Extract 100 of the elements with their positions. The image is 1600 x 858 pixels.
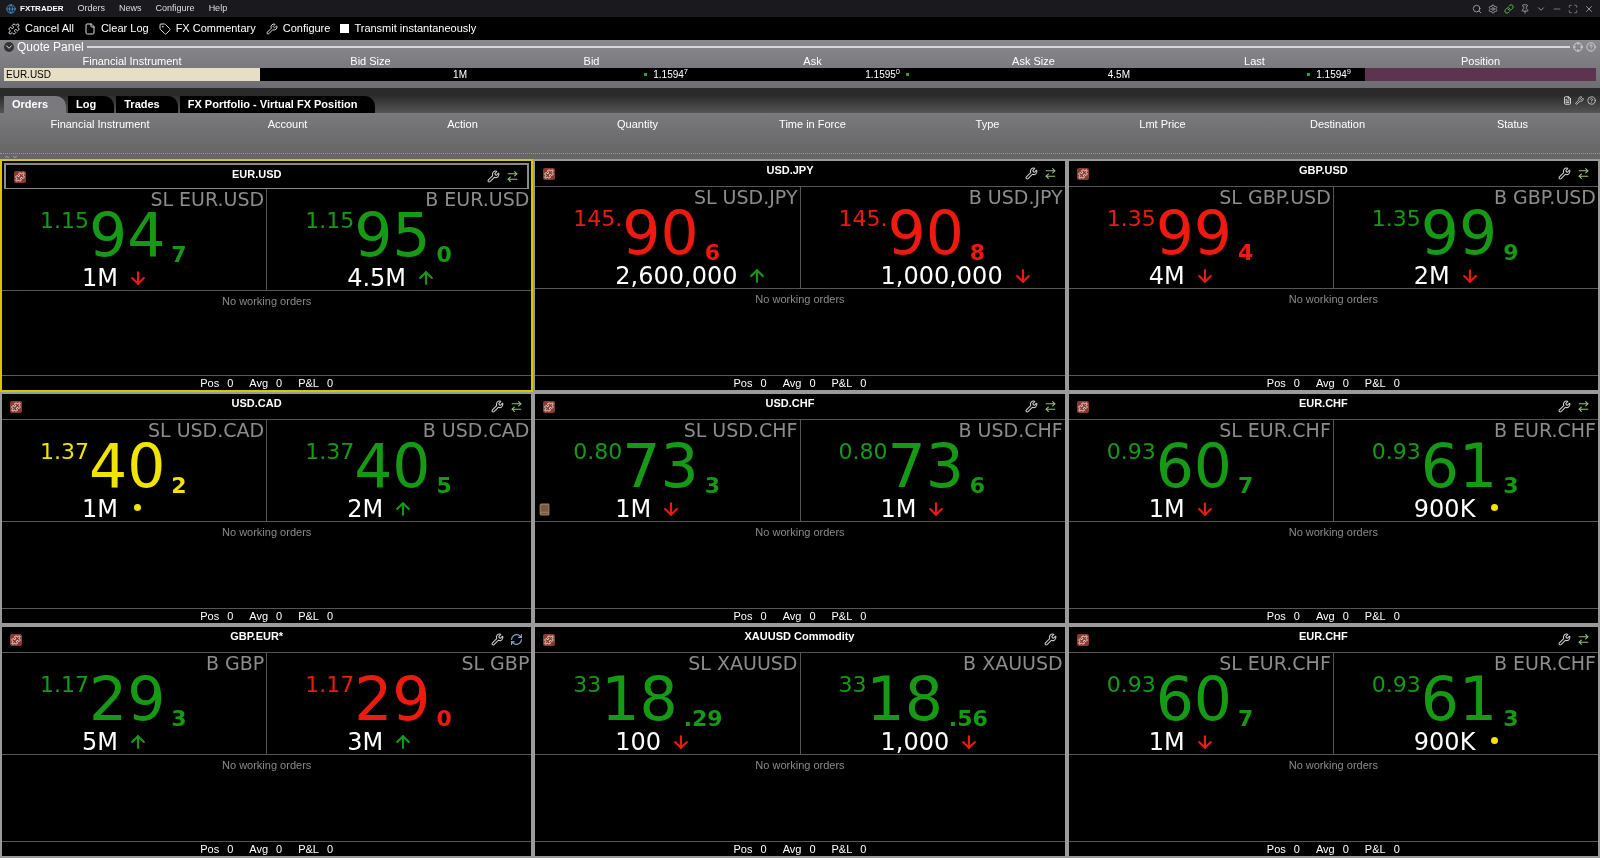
column-header[interactable]: Bid (481, 54, 702, 68)
column-header[interactable]: Bid Size (260, 54, 481, 68)
link-icon[interactable] (1504, 3, 1514, 14)
price-big-figure[interactable]: 29 (89, 673, 166, 725)
scroll-up-icon[interactable] (4, 153, 10, 160)
side-label: B USD.CAD (422, 420, 530, 440)
side-label: SL USD.CHF (683, 420, 798, 440)
price-big-figure[interactable]: 60 (1155, 440, 1232, 492)
toolbar-button[interactable]: Cancel All (8, 20, 74, 37)
swap-icon[interactable] (1043, 167, 1057, 180)
tab[interactable]: Log (68, 96, 115, 113)
wrench-icon[interactable] (1575, 96, 1584, 105)
tile-menu-icon[interactable] (1076, 400, 1089, 413)
swap-icon[interactable] (1577, 400, 1590, 413)
price-big-figure[interactable]: 61 (1420, 440, 1498, 492)
toolbar-button[interactable]: Clear Log (83, 20, 149, 37)
column-header[interactable]: Ask Size (923, 54, 1144, 68)
document-icon[interactable] (1563, 96, 1572, 105)
price-pip: 3 (171, 708, 187, 730)
wrench-icon[interactable] (1043, 633, 1057, 646)
swap-icon[interactable] (510, 400, 524, 413)
price-big-figure[interactable]: 95 (354, 209, 431, 261)
swap-icon[interactable] (1577, 633, 1590, 646)
price-big-figure[interactable]: 73 (887, 440, 964, 492)
wrench-icon[interactable] (1024, 167, 1038, 180)
price-prefix: 1.35 (1106, 207, 1156, 231)
price-big-figure[interactable]: 94 (89, 209, 166, 261)
price-pip: 7 (1238, 708, 1254, 730)
settings-icon[interactable] (1488, 3, 1498, 14)
menu-item[interactable]: News (119, 1, 142, 16)
tile-menu-icon[interactable] (1076, 167, 1089, 180)
book-icon[interactable] (538, 502, 552, 516)
tile-menu-icon[interactable] (1076, 633, 1089, 646)
column-header[interactable]: Account (200, 116, 375, 133)
column-header[interactable]: Financial Instrument (4, 54, 260, 68)
price-big-figure[interactable]: 18 (866, 673, 943, 725)
column-header[interactable]: Action (375, 116, 550, 133)
menu-item[interactable]: Configure (155, 1, 195, 16)
column-header[interactable]: Destination (1250, 116, 1425, 133)
column-header[interactable]: Type (900, 116, 1075, 133)
instrument-cell[interactable]: EUR.USD (4, 68, 260, 81)
price-big-figure[interactable]: 40 (89, 440, 166, 492)
column-header[interactable]: Quantity (550, 116, 725, 133)
column-header[interactable]: Financial Instrument (0, 116, 200, 133)
tab[interactable]: Orders (4, 96, 67, 113)
price-big-figure[interactable]: 29 (354, 673, 431, 725)
swap-icon[interactable] (1043, 400, 1057, 413)
tile-title: USD.CHF (764, 396, 816, 411)
tile-menu-icon[interactable] (14, 170, 26, 183)
menu-item[interactable]: Help (208, 1, 228, 16)
tab[interactable]: Trades (116, 96, 178, 113)
swap-icon[interactable] (1577, 167, 1590, 180)
tile-menu-icon[interactable] (543, 400, 556, 413)
wrench-icon[interactable] (1558, 400, 1571, 413)
price-big-figure[interactable]: 90 (887, 207, 964, 259)
price-pip: 0 (436, 708, 452, 730)
column-header[interactable]: Lmt Price (1075, 116, 1250, 133)
tile-menu-icon[interactable] (10, 633, 22, 646)
column-header[interactable]: Ask (702, 54, 923, 68)
transmit-checkbox[interactable] (340, 24, 350, 33)
tile-menu-icon[interactable] (543, 633, 556, 646)
menu-item[interactable]: Orders (77, 1, 106, 16)
price-big-figure[interactable]: 99 (1155, 207, 1232, 259)
price-big-figure[interactable]: 61 (1420, 673, 1498, 725)
wrench-icon[interactable] (491, 633, 505, 646)
price-prefix: 0.93 (1106, 440, 1156, 464)
scroll-down-icon[interactable] (12, 153, 18, 160)
tile-menu-icon[interactable] (10, 400, 22, 413)
swap-icon[interactable] (506, 170, 520, 183)
column-header[interactable]: Position (1365, 54, 1596, 68)
pin-icon[interactable] (1520, 3, 1530, 14)
column-header[interactable]: Last (1144, 54, 1365, 68)
wrench-icon[interactable] (1024, 400, 1038, 413)
toolbar-button[interactable]: FX Commentary (158, 20, 256, 37)
tab[interactable]: FX Portfolio - Virtual FX Position (179, 96, 376, 113)
price-big-figure[interactable]: 40 (354, 440, 431, 492)
column-header[interactable]: Status (1425, 116, 1600, 133)
refresh-icon[interactable] (510, 633, 524, 646)
close-icon[interactable] (1584, 3, 1594, 14)
help-icon[interactable] (1587, 96, 1596, 105)
collapse-icon[interactable] (4, 42, 14, 52)
column-header[interactable]: Time in Force (725, 116, 900, 133)
wrench-icon[interactable] (487, 170, 501, 183)
price-big-figure[interactable]: 18 (601, 673, 678, 725)
tile-menu-icon[interactable] (543, 167, 556, 180)
stat-value: 0 (860, 377, 867, 389)
price-prefix: 0.93 (1371, 673, 1421, 697)
toolbar-button[interactable]: Configure (265, 20, 331, 37)
wrench-icon[interactable] (1558, 167, 1571, 180)
price-prefix: 0.93 (1106, 673, 1156, 697)
price-big-figure[interactable]: 73 (622, 440, 699, 492)
price-big-figure[interactable]: 90 (622, 207, 699, 259)
maximize-icon[interactable] (1568, 3, 1578, 14)
stat-label: Pos (1266, 843, 1286, 855)
price-big-figure[interactable]: 99 (1420, 207, 1498, 259)
stat-label: Pos (200, 377, 220, 389)
wrench-icon[interactable] (1558, 633, 1571, 646)
price-big-figure[interactable]: 60 (1155, 673, 1232, 725)
search-icon[interactable] (1472, 3, 1482, 14)
wrench-icon[interactable] (491, 400, 505, 413)
